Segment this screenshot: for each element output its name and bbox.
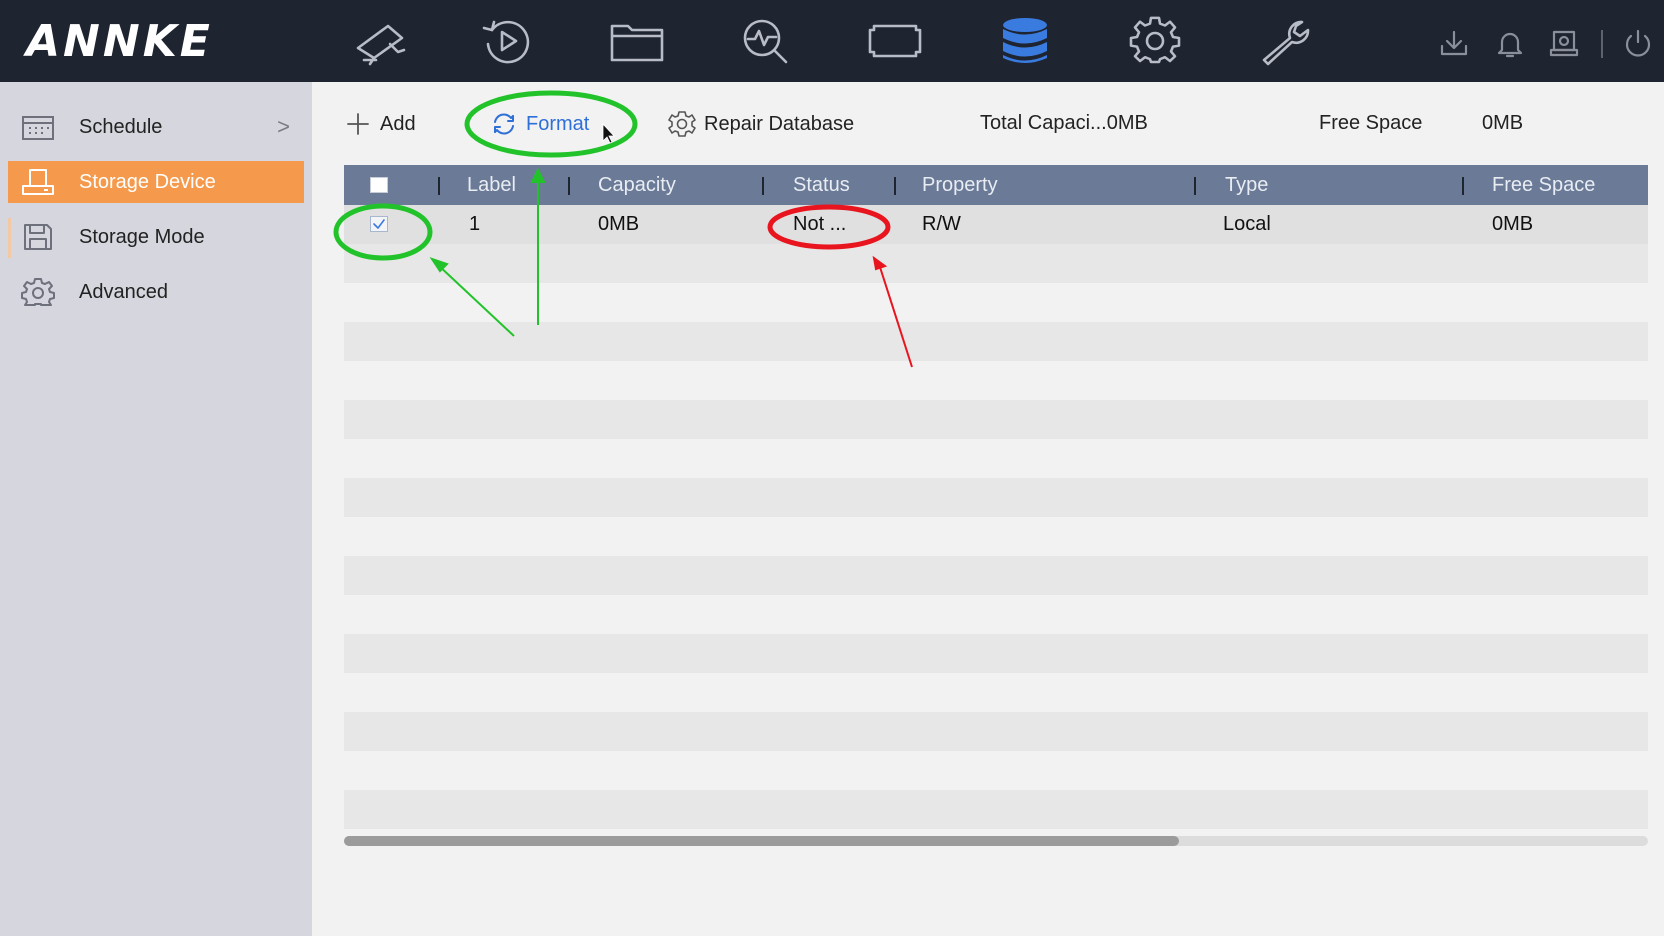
refresh-icon — [494, 113, 514, 135]
sidebar-item-storage-device[interactable]: Storage Device — [8, 161, 304, 203]
power-icon[interactable] — [1620, 26, 1656, 60]
column-header-status[interactable]: Status — [793, 165, 850, 205]
empty-row — [344, 556, 1648, 595]
empty-row — [344, 400, 1648, 439]
empty-row — [344, 634, 1648, 673]
search-analytics-icon[interactable] — [734, 14, 796, 68]
checkmark-icon — [373, 219, 385, 229]
sidebar — [0, 82, 312, 936]
column-header-label[interactable]: Label — [467, 165, 516, 205]
format-label: Format — [526, 112, 590, 135]
empty-row — [344, 478, 1648, 517]
format-button[interactable]: Format — [490, 108, 589, 140]
add-button[interactable]: Add — [344, 108, 416, 140]
sidebar-item-label: Schedule — [79, 115, 163, 138]
empty-row — [344, 790, 1648, 829]
column-header-free-space[interactable]: Free Space — [1492, 165, 1595, 205]
empty-row — [344, 322, 1648, 361]
sidebar-item-label: Storage Mode — [79, 225, 205, 248]
sidebar-item-schedule[interactable]: Schedule > — [8, 106, 304, 148]
sidebar-item-storage-mode[interactable]: Storage Mode — [8, 216, 304, 258]
toolbar-divider — [1601, 30, 1603, 58]
save-icon — [18, 220, 58, 254]
folder-icon[interactable] — [606, 14, 668, 68]
playback-icon[interactable] — [476, 14, 538, 68]
cell-property: R/W — [922, 213, 961, 235]
empty-row — [344, 712, 1648, 751]
annke-logo: ANNKE — [26, 16, 213, 67]
column-separator — [1194, 177, 1196, 195]
column-separator — [894, 177, 896, 195]
cell-type: Local — [1223, 213, 1271, 235]
hdd-icon[interactable] — [1546, 26, 1582, 60]
download-icon[interactable] — [1436, 26, 1472, 60]
total-capacity-label: Total Capaci...0MB — [980, 112, 1148, 134]
cell-status: Not ... — [793, 213, 847, 235]
cell-free-space: 0MB — [1492, 213, 1534, 235]
table-header: Label Capacity Status Property Type Free… — [344, 165, 1648, 205]
empty-row — [344, 244, 1648, 283]
column-header-capacity[interactable]: Capacity — [598, 165, 676, 205]
column-separator — [762, 177, 764, 195]
column-separator — [438, 177, 440, 195]
column-header-type[interactable]: Type — [1225, 165, 1268, 205]
wrench-icon[interactable] — [1254, 14, 1316, 68]
bell-icon[interactable] — [1492, 26, 1528, 60]
camera-icon[interactable] — [348, 14, 410, 68]
repair-database-label: Repair Database — [704, 112, 855, 135]
sidebar-item-label: Advanced — [79, 280, 168, 303]
table-row[interactable]: 1 0MB Not ... R/W Local 0MB — [344, 205, 1648, 244]
column-separator — [568, 177, 570, 195]
repair-database-button[interactable]: Repair Database — [668, 108, 854, 140]
calendar-icon — [18, 110, 58, 144]
gear-icon[interactable] — [1124, 14, 1186, 68]
storage-icon[interactable] — [994, 14, 1056, 68]
storage-device-icon — [18, 165, 58, 199]
add-label: Add — [380, 112, 416, 135]
gear-icon — [18, 275, 58, 309]
sidebar-item-label: Storage Device — [79, 170, 216, 193]
ptz-icon[interactable] — [864, 14, 926, 68]
select-all-checkbox[interactable] — [370, 177, 388, 193]
column-header-property[interactable]: Property — [922, 165, 998, 205]
top-navigation-bar: ANNKE — [0, 0, 1664, 82]
cell-capacity: 0MB — [598, 213, 640, 235]
sidebar-item-advanced[interactable]: Advanced — [8, 271, 304, 313]
free-space-label: Free Space — [1319, 112, 1423, 134]
plus-icon — [347, 113, 369, 135]
mouse-cursor — [602, 122, 615, 144]
chevron-right-icon: > — [277, 114, 290, 139]
column-separator — [1462, 177, 1464, 195]
horizontal-scrollbar-thumb[interactable] — [344, 836, 1179, 846]
row-checkbox[interactable] — [370, 216, 388, 232]
free-space-value: 0MB — [1482, 112, 1524, 134]
cell-label: 1 — [469, 213, 481, 235]
gear-icon — [668, 111, 696, 137]
